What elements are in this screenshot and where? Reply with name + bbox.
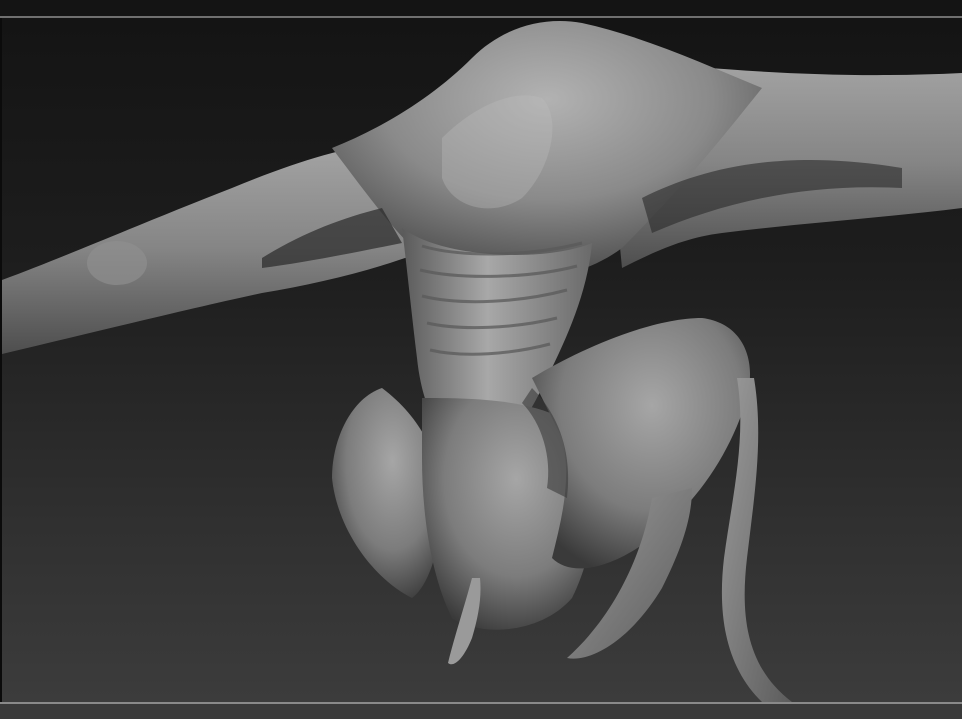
sculpt-app-window	[0, 0, 962, 719]
sculpt-mesh-render[interactable]	[2, 18, 962, 702]
document-viewport[interactable]	[2, 18, 962, 702]
top-toolbar-strip	[0, 0, 962, 16]
head-right-lobe	[532, 318, 750, 569]
bottom-status-strip	[0, 704, 962, 719]
left-elbow-bulge	[87, 241, 147, 285]
